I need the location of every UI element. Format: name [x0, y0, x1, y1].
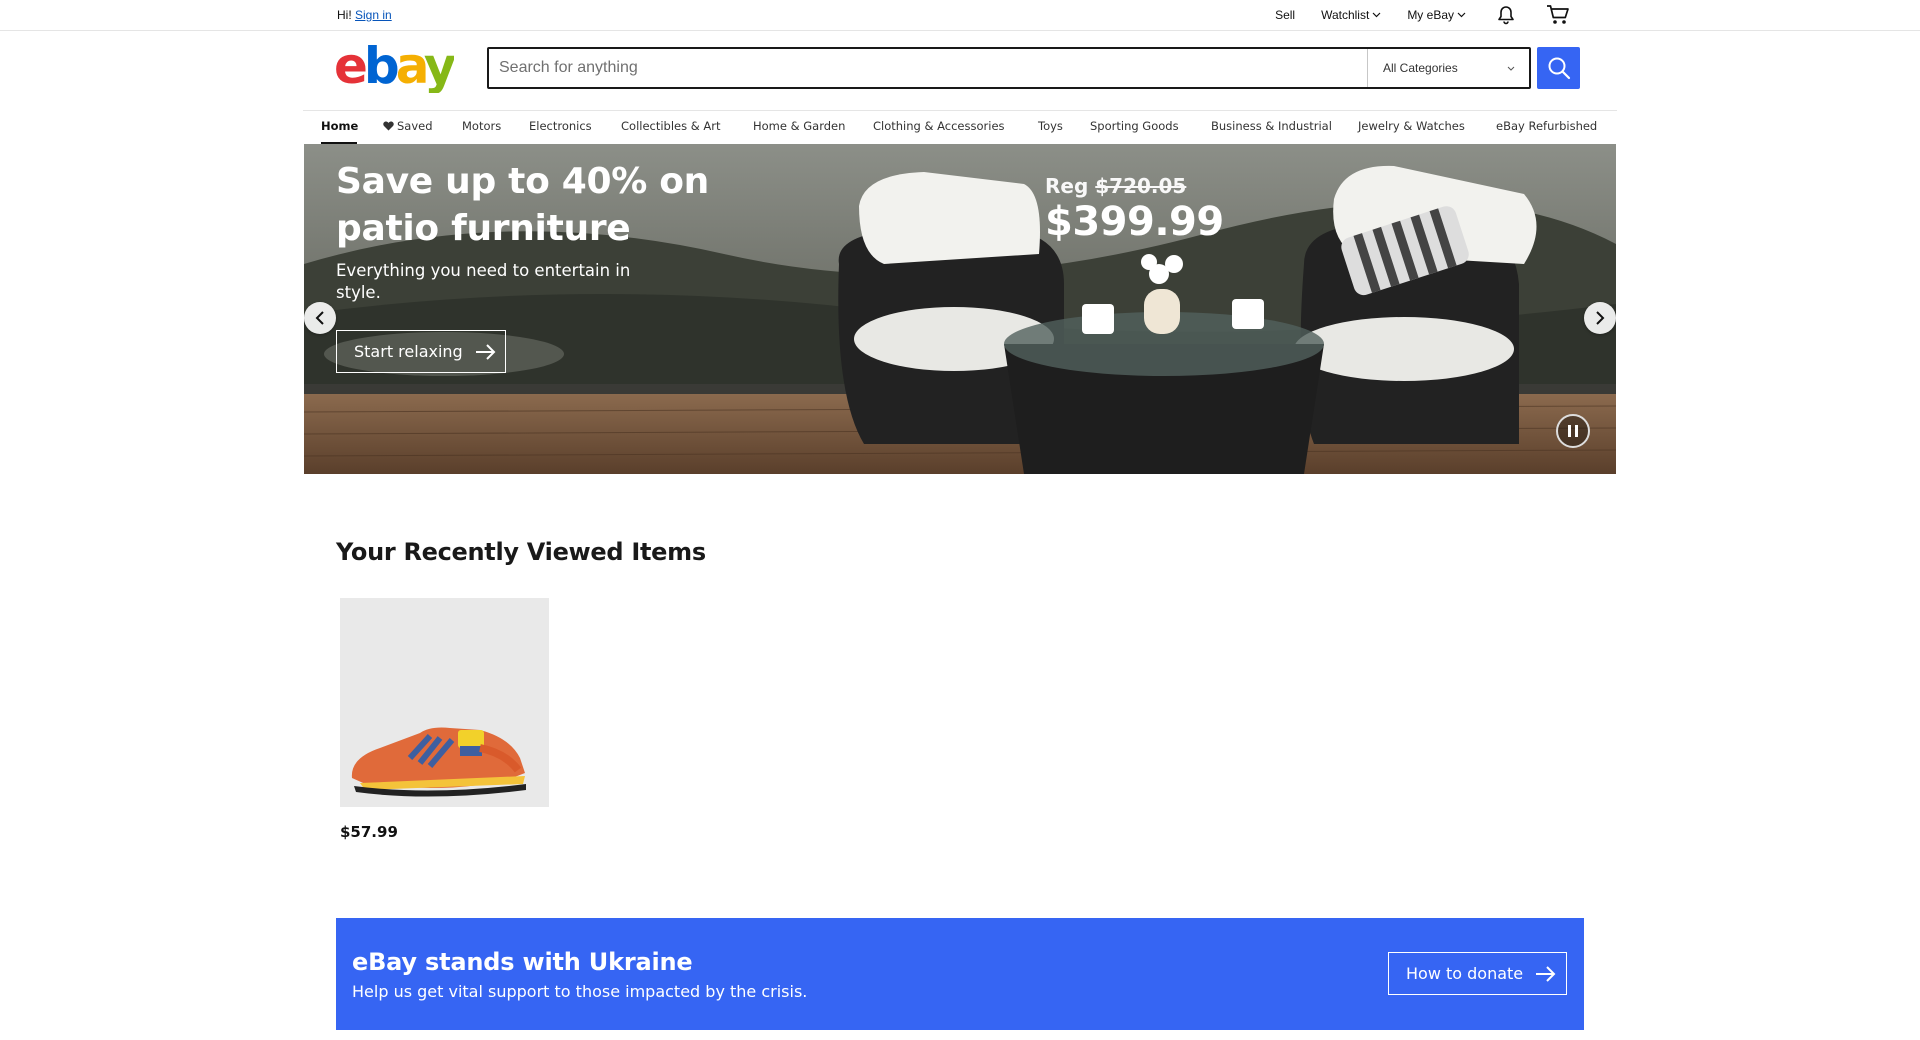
my-ebay-label: My eBay	[1407, 8, 1454, 22]
top-bar: Hi! Sign in Sell Watchlist My eBay	[0, 0, 1920, 31]
ukraine-text: Help us get vital support to those impac…	[352, 982, 808, 1001]
donate-label: How to donate	[1406, 964, 1524, 983]
nav-item-clothing[interactable]: Clothing & Accessories	[873, 119, 1005, 133]
nav-item-toys[interactable]: Toys	[1038, 119, 1063, 133]
nav-saved-label: Saved	[397, 119, 433, 133]
nav-item-refurbished[interactable]: eBay Refurbished	[1496, 119, 1597, 133]
category-label: All Categories	[1383, 61, 1458, 75]
nav-item-home[interactable]: Home	[321, 119, 358, 133]
nav-item-jewelry[interactable]: Jewelry & Watches	[1358, 119, 1465, 133]
notifications-button[interactable]	[1496, 5, 1516, 25]
hero-carousel: Save up to 40% on patio furniture Everyt…	[304, 144, 1616, 474]
nav-item-collectibles[interactable]: Collectibles & Art	[621, 119, 721, 133]
reg-label: Reg	[1045, 174, 1089, 198]
nav-item-sporting-goods[interactable]: Sporting Goods	[1090, 119, 1179, 133]
arrow-right-icon	[475, 343, 496, 360]
start-relaxing-button[interactable]: Start relaxing	[336, 330, 506, 373]
header: ebay All Categories	[0, 31, 1920, 111]
pause-icon	[1568, 425, 1578, 437]
category-nav: Home Saved Motors Electronics Collectibl…	[303, 110, 1617, 144]
watchlist-menu[interactable]: Watchlist	[1321, 8, 1381, 22]
svg-text:ebay: ebay	[334, 43, 454, 93]
sign-in-link[interactable]: Sign in	[355, 8, 392, 22]
nav-item-business[interactable]: Business & Industrial	[1211, 119, 1332, 133]
chevron-left-icon	[315, 311, 324, 325]
recently-viewed-item[interactable]: $57.99	[340, 598, 549, 841]
how-to-donate-button[interactable]: How to donate	[1388, 952, 1567, 995]
arrow-right-icon	[1536, 965, 1556, 982]
hero-subtitle: Everything you need to entertain in styl…	[336, 261, 631, 302]
greeting-text: Hi!	[337, 8, 352, 22]
regular-price: Reg $720.05	[1045, 174, 1186, 198]
recently-viewed-title: Your Recently Viewed Items	[336, 538, 706, 566]
sell-link[interactable]: Sell	[1275, 8, 1295, 22]
carousel-pause-button[interactable]	[1556, 414, 1590, 448]
heart-icon	[383, 121, 394, 131]
cart-icon	[1547, 5, 1569, 24]
sneaker-image	[351, 727, 526, 797]
top-bar-right: Sell Watchlist My eBay	[1249, 0, 1570, 30]
search-input[interactable]	[489, 49, 1367, 87]
ebay-logo[interactable]: ebay	[334, 37, 460, 95]
bell-icon	[1498, 6, 1514, 25]
carousel-prev-button[interactable]	[304, 302, 336, 334]
cta-label: Start relaxing	[354, 342, 463, 361]
nav-item-electronics[interactable]: Electronics	[529, 119, 592, 133]
nav-item-motors[interactable]: Motors	[462, 119, 501, 133]
chevron-right-icon	[1596, 311, 1605, 325]
search-button[interactable]	[1537, 47, 1580, 89]
greeting: Hi! Sign in	[337, 8, 392, 22]
ukraine-title: eBay stands with Ukraine	[352, 948, 693, 976]
chevron-down-icon	[1457, 12, 1466, 18]
my-ebay-menu[interactable]: My eBay	[1407, 8, 1466, 22]
cart-button[interactable]	[1546, 4, 1570, 26]
item-price: $57.99	[340, 823, 398, 841]
search-icon	[1548, 57, 1570, 80]
nav-item-saved[interactable]: Saved	[383, 119, 433, 133]
watchlist-label: Watchlist	[1321, 8, 1370, 22]
chevron-down-icon	[1507, 66, 1515, 71]
carousel-next-button[interactable]	[1584, 302, 1616, 334]
ukraine-banner: eBay stands with Ukraine Help us get vit…	[336, 918, 1584, 1030]
category-select[interactable]: All Categories	[1367, 49, 1529, 87]
search-field	[489, 49, 1367, 87]
product-image[interactable]	[340, 598, 549, 807]
nav-item-home-garden[interactable]: Home & Garden	[753, 119, 845, 133]
chevron-down-icon	[1372, 12, 1381, 18]
hero-title: Save up to 40% on patio furniture	[336, 161, 710, 249]
search-bar: All Categories	[487, 47, 1531, 89]
reg-price: $720.05	[1095, 174, 1187, 198]
sale-price: $399.99	[1045, 199, 1224, 245]
